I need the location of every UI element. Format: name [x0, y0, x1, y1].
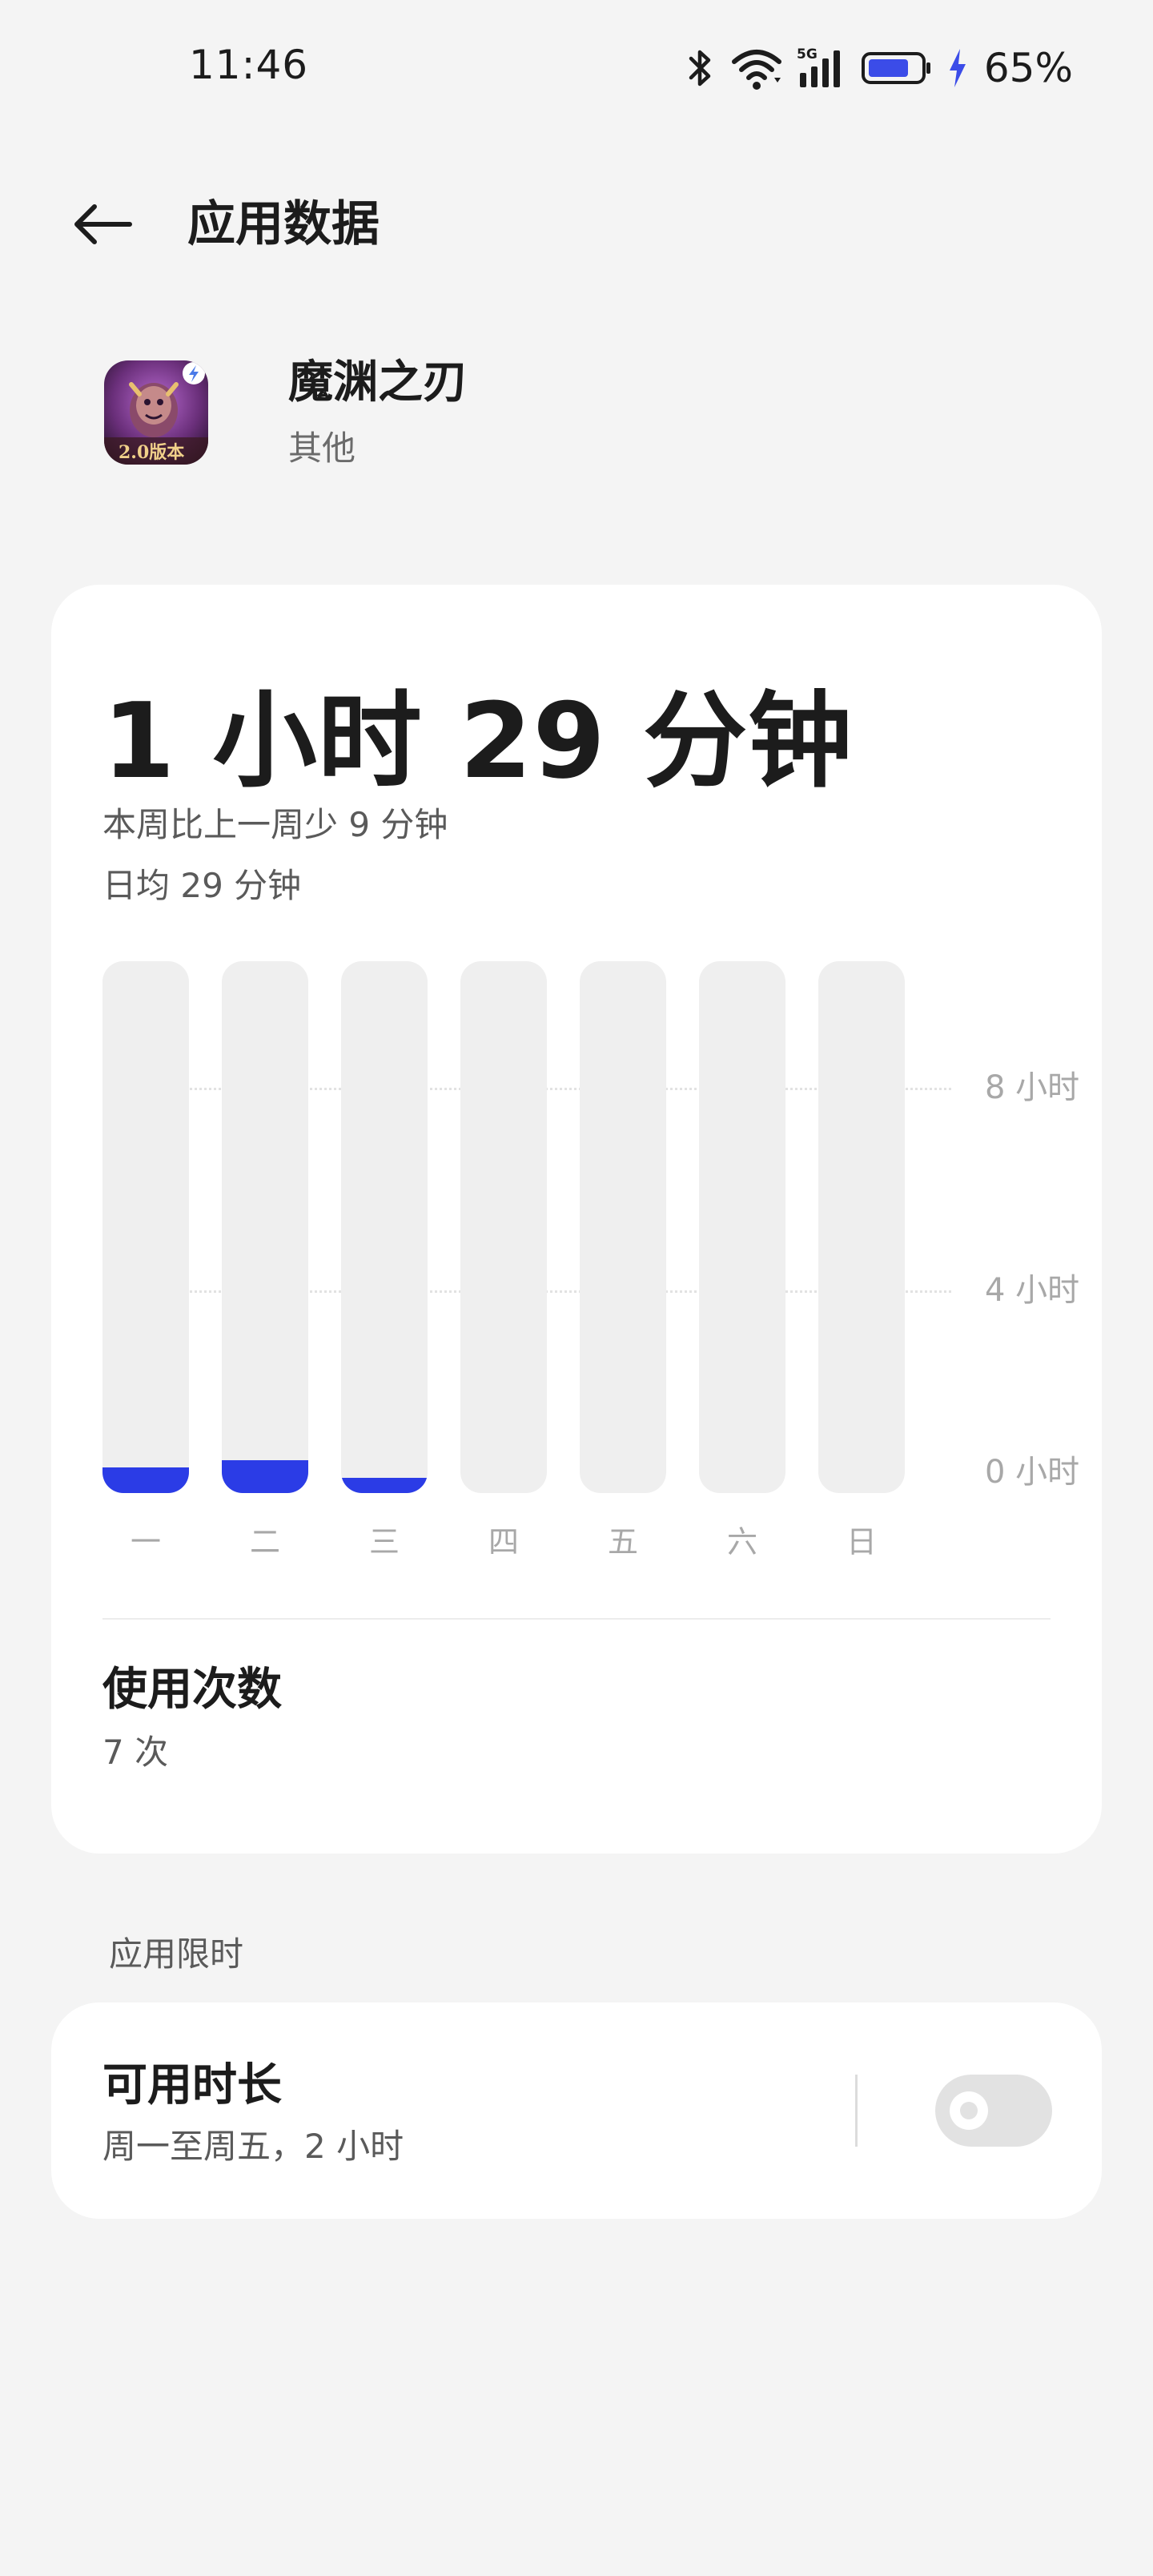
battery-percent: 65% — [983, 45, 1073, 91]
bar-track-0[interactable] — [102, 961, 189, 1493]
app-name: 魔渊之刃 — [288, 356, 468, 409]
app-data-screen: 11:46 5G 65% 应用数据 2.0版本 魔渊之刃 其他 1 小时 29 … — [0, 0, 1153, 2576]
charging-bolt-icon — [949, 49, 966, 87]
toggle-knob — [950, 2091, 988, 2130]
bar-track-2[interactable] — [341, 961, 428, 1493]
page-title: 应用数据 — [187, 196, 380, 252]
x-axis-label: 六 — [726, 1524, 757, 1560]
usage-card: 1 小时 29 分钟 本周比上一周少 9 分钟 日均 29 分钟 0 小时 4 小… — [51, 585, 1102, 1854]
limit-toggle[interactable] — [935, 2075, 1052, 2147]
x-axis-label: 二 — [249, 1524, 280, 1560]
cellular-5g-icon: 5G — [797, 46, 840, 87]
bluetooth-icon — [689, 50, 711, 87]
usage-bar-chart: 0 小时 4 小时 8 小时一 二 三 四 五 六 日 — [102, 961, 1079, 1570]
y-axis-label: 8 小时 — [985, 1069, 1080, 1107]
limit-title: 可用时长 — [102, 2059, 282, 2111]
launch-count-value: 7 次 — [102, 1733, 169, 1772]
y-axis-label: 0 小时 — [985, 1454, 1080, 1491]
app-info: 2.0版本 魔渊之刃 其他 — [0, 344, 1153, 489]
x-axis-label: 五 — [607, 1524, 638, 1560]
bar-fill-0 — [102, 1467, 189, 1493]
header: 应用数据 — [0, 168, 1153, 280]
bar-track-5[interactable] — [699, 961, 785, 1493]
status-bar: 11:46 5G 65% — [0, 0, 1153, 136]
bar-track-3[interactable] — [460, 961, 547, 1493]
weekly-comparison: 本周比上一周少 9 分钟 — [102, 805, 448, 844]
bar-fill-1 — [222, 1459, 308, 1493]
app-icon: 2.0版本 — [104, 360, 208, 465]
bar-track-4[interactable] — [580, 961, 666, 1493]
battery-icon — [861, 52, 930, 84]
arrow-left-icon — [74, 204, 132, 244]
bar-track-6[interactable] — [818, 961, 905, 1493]
x-axis-label: 日 — [846, 1524, 877, 1560]
launch-count-title: 使用次数 — [102, 1664, 282, 1716]
x-axis-label: 三 — [368, 1524, 400, 1560]
y-axis-label: 4 小时 — [985, 1272, 1080, 1310]
wifi-icon — [731, 50, 781, 90]
daily-average: 日均 29 分钟 — [102, 866, 302, 905]
limit-schedule: 周一至周五，2 小时 — [102, 2127, 404, 2166]
status-time: 11:46 — [189, 42, 309, 88]
x-axis-label: 一 — [130, 1524, 161, 1560]
app-category: 其他 — [288, 429, 356, 468]
svg-text:5G: 5G — [797, 46, 818, 62]
x-axis-label: 四 — [488, 1524, 519, 1560]
status-icons: 5G 65% — [685, 40, 1073, 96]
svg-text:2.0版本: 2.0版本 — [119, 442, 184, 463]
app-limit-card[interactable]: 可用时长 周一至周五，2 小时 — [51, 2002, 1102, 2219]
back-button[interactable] — [62, 184, 143, 264]
divider — [102, 1618, 1051, 1620]
section-label-app-limit: 应用限时 — [109, 1934, 244, 1974]
bar-track-1[interactable] — [222, 961, 308, 1493]
total-usage-time: 1 小时 29 分钟 — [102, 680, 854, 802]
vertical-divider — [855, 2075, 858, 2147]
bar-fill-2 — [341, 1478, 428, 1493]
